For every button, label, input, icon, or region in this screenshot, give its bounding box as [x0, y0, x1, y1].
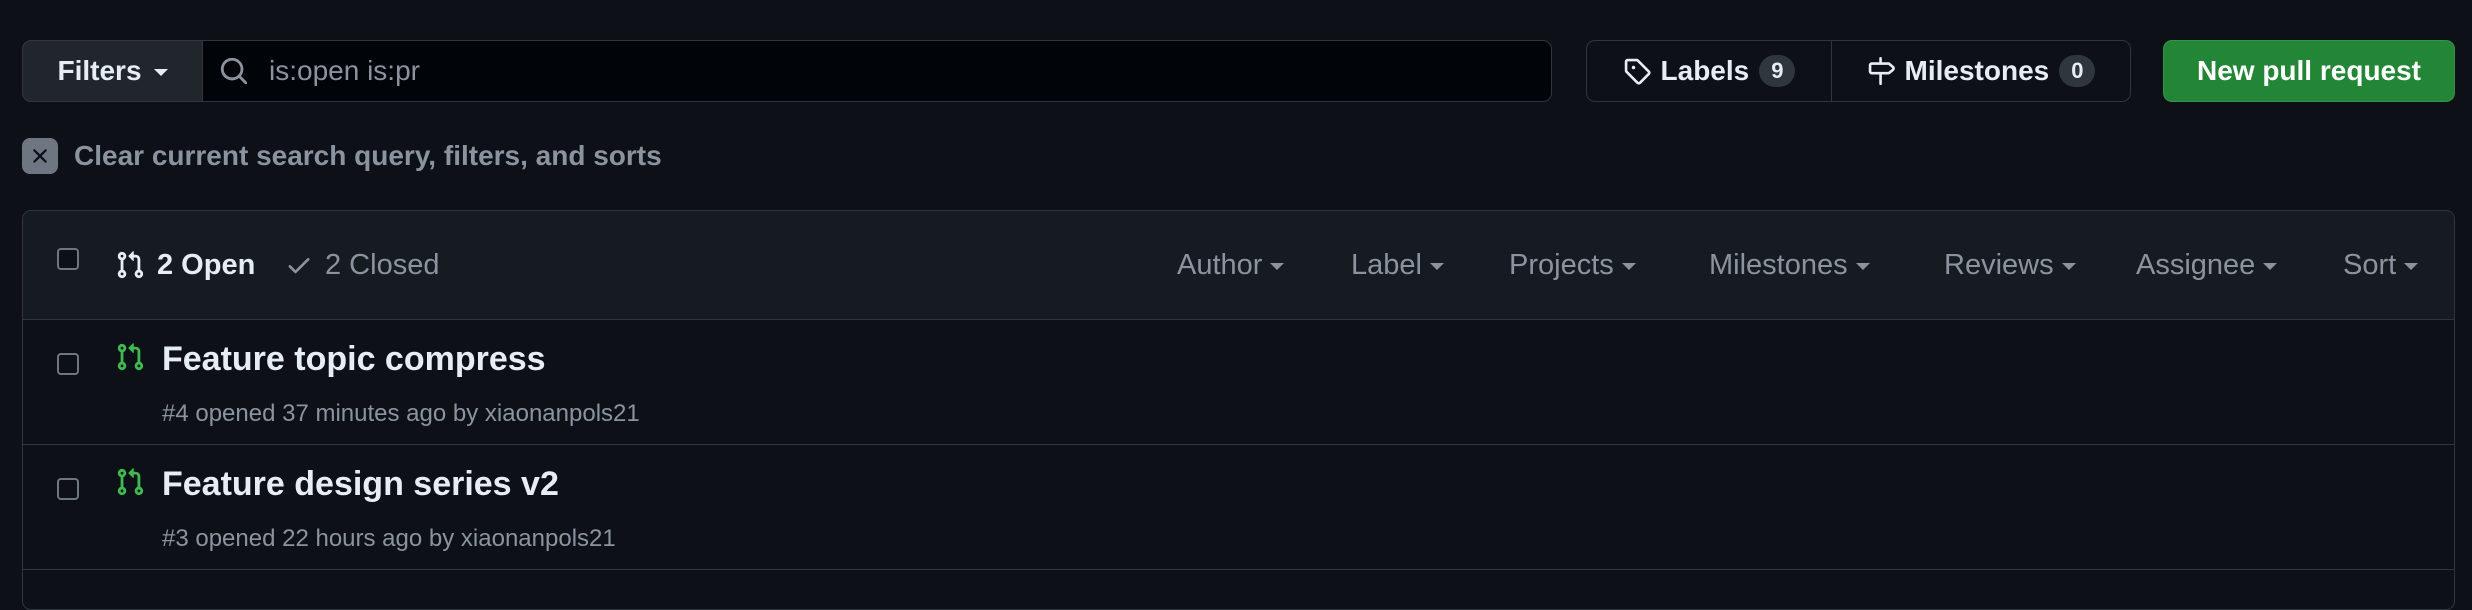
pull-request-list: 2 Open 2 Closed Author Label Projects Mi…	[22, 210, 2455, 610]
chevron-down-icon	[1270, 263, 1285, 270]
search-box	[202, 40, 1552, 102]
git-pull-request-icon	[115, 250, 145, 280]
labels-button[interactable]: Labels 9	[1587, 41, 1832, 101]
list-header: 2 Open 2 Closed Author Label Projects Mi…	[23, 211, 2454, 320]
labels-count-badge: 9	[1759, 55, 1796, 87]
open-count-label: 2 Open	[157, 248, 256, 281]
assignee-filter-label: Assignee	[2136, 248, 2256, 281]
pull-request-title-link[interactable]: Feature design series v2	[162, 465, 559, 504]
author-filter-label: Author	[1177, 248, 1263, 281]
tag-icon	[1623, 57, 1651, 85]
close-icon	[22, 138, 58, 174]
chevron-down-icon	[1621, 263, 1636, 270]
author-filter[interactable]: Author	[1177, 245, 1285, 285]
chevron-down-icon	[1429, 263, 1444, 270]
reviews-filter[interactable]: Reviews	[1944, 245, 2076, 285]
open-pull-request-icon	[115, 467, 145, 497]
pull-request-row: Feature topic compress #4 opened 37 minu…	[23, 320, 2454, 445]
assignee-filter[interactable]: Assignee	[2136, 245, 2278, 285]
author-link[interactable]: xiaonanpols21	[485, 400, 640, 427]
filters-label: Filters	[57, 55, 142, 86]
chevron-down-icon	[2061, 263, 2076, 270]
filters-button[interactable]: Filters	[22, 40, 202, 102]
closed-tab[interactable]: 2 Closed	[285, 245, 439, 285]
labels-milestones-group: Labels 9 Milestones 0	[1586, 40, 2131, 102]
chevron-down-icon	[1855, 263, 1870, 270]
select-all-checkbox[interactable]	[57, 248, 79, 270]
chevron-down-icon	[2404, 263, 2419, 270]
sort-menu-label: Sort	[2343, 248, 2397, 281]
pull-request-title-link[interactable]: Feature topic compress	[162, 340, 546, 379]
milestones-count-badge: 0	[2059, 55, 2096, 87]
milestones-filter[interactable]: Milestones	[1709, 245, 1870, 285]
open-tab[interactable]: 2 Open	[115, 245, 255, 285]
labels-label: Labels	[1660, 55, 1750, 86]
milestones-filter-label: Milestones	[1709, 248, 1848, 281]
open-pull-request-icon	[115, 342, 145, 372]
chevron-down-icon	[153, 69, 168, 76]
pull-request-meta: #4 opened 37 minutes ago by xiaonanpols2…	[162, 400, 640, 428]
pull-request-row: Feature design series v2 #3 opened 22 ho…	[23, 445, 2454, 570]
label-filter-label: Label	[1351, 248, 1422, 281]
clear-filters-text: Clear current search query, filters, and…	[74, 140, 662, 171]
reviews-filter-label: Reviews	[1944, 248, 2054, 281]
sort-menu[interactable]: Sort	[2343, 245, 2419, 285]
row-checkbox[interactable]	[57, 353, 79, 375]
search-input[interactable]	[267, 40, 1551, 102]
new-pull-request-button[interactable]: New pull request	[2163, 40, 2455, 102]
label-filter[interactable]: Label	[1351, 245, 1444, 285]
row-checkbox[interactable]	[57, 478, 79, 500]
milestone-icon	[1867, 57, 1895, 85]
check-icon	[285, 251, 313, 279]
pull-request-meta-prefix: #4 opened 37 minutes ago by	[162, 400, 485, 427]
closed-count-label: 2 Closed	[325, 248, 440, 281]
pull-request-meta-prefix: #3 opened 22 hours ago by	[162, 525, 461, 552]
author-link[interactable]: xiaonanpols21	[461, 525, 616, 552]
chevron-down-icon	[2263, 263, 2278, 270]
clear-filters-link[interactable]: Clear current search query, filters, and…	[22, 138, 662, 174]
projects-filter-label: Projects	[1509, 248, 1614, 281]
projects-filter[interactable]: Projects	[1509, 245, 1636, 285]
milestones-button[interactable]: Milestones 0	[1832, 41, 2130, 101]
pull-request-meta: #3 opened 22 hours ago by xiaonanpols21	[162, 525, 616, 553]
milestones-label: Milestones	[1904, 55, 2050, 86]
search-icon	[219, 56, 249, 86]
